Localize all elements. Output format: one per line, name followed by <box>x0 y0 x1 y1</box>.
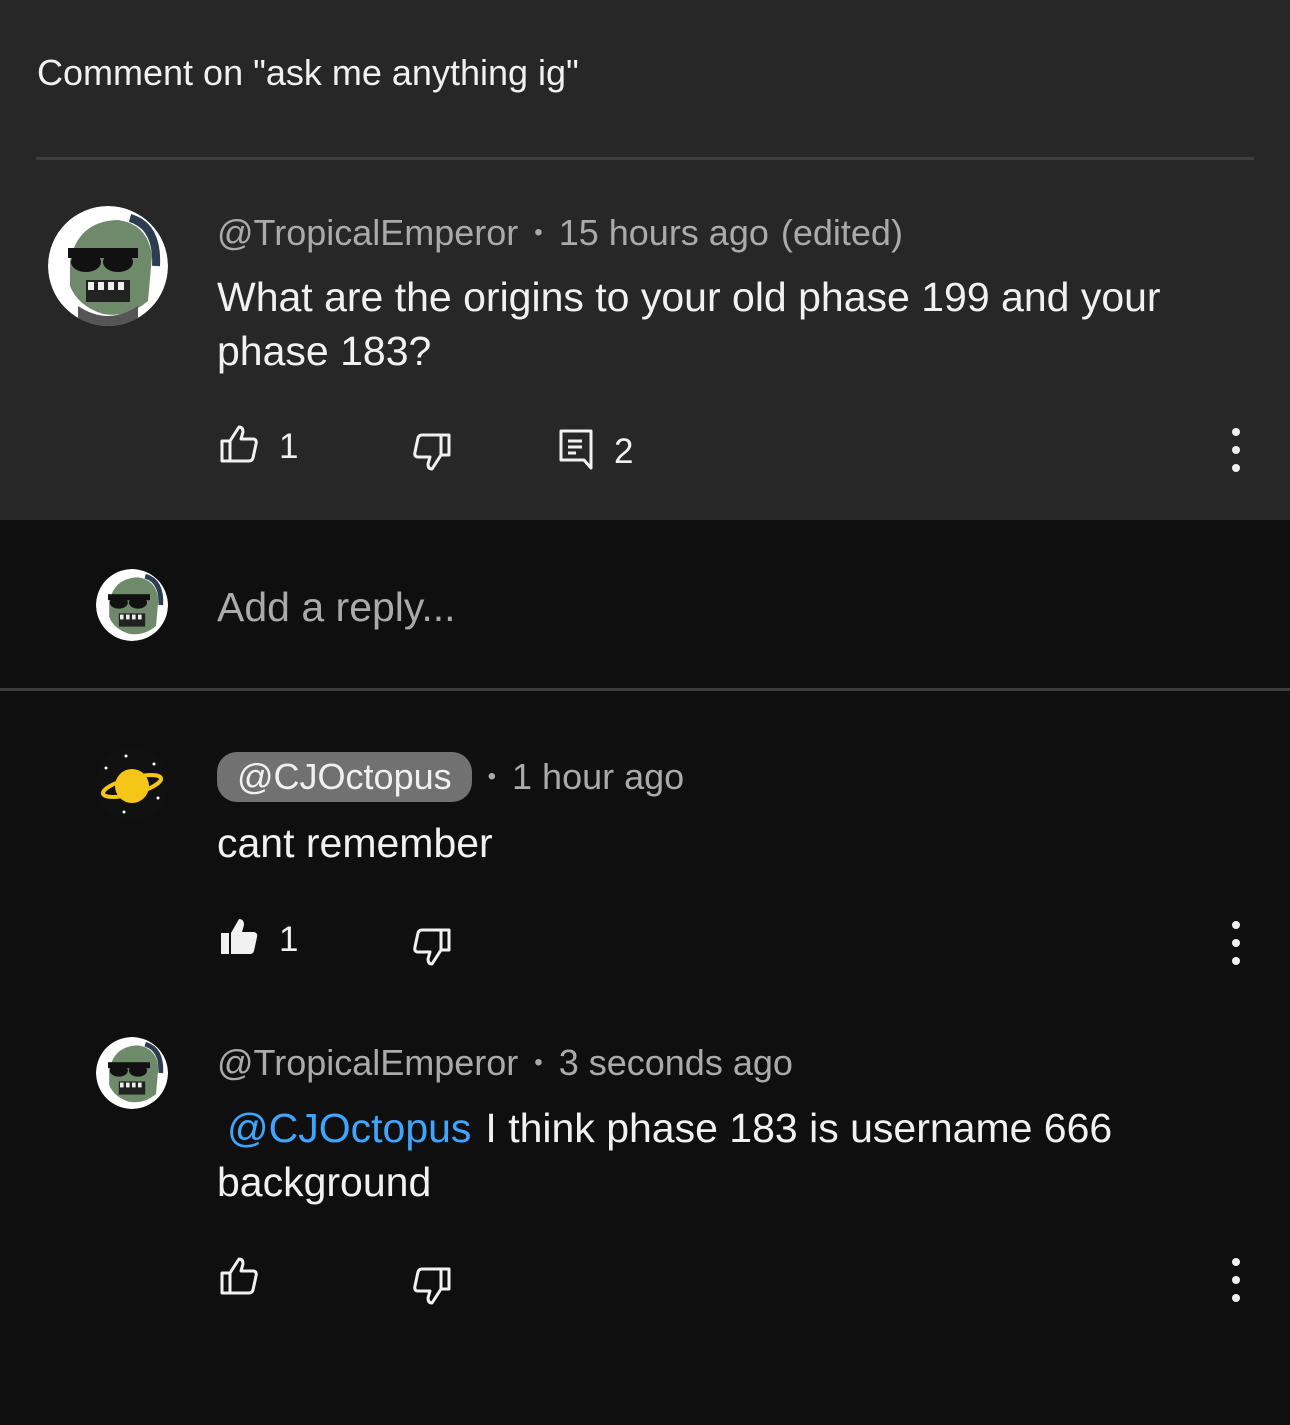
comment-actions: 1 2 <box>0 424 1290 474</box>
avatar <box>96 569 168 641</box>
dislike-button[interactable] <box>412 1266 452 1311</box>
avatar[interactable] <box>96 1037 168 1109</box>
more-vertical-icon[interactable] <box>1224 428 1248 472</box>
thumbs-down-icon <box>412 927 452 972</box>
reply-text: cant remember <box>217 820 493 866</box>
avatar[interactable] <box>48 206 168 326</box>
page-title: Comment on "ask me anything ig" <box>37 52 579 93</box>
separator-dot: • <box>534 1049 543 1076</box>
reply-time: 3 seconds ago <box>558 1042 793 1083</box>
reply-actions: 1 <box>0 917 1290 967</box>
reply-meta: @CJOctopus • 1 hour ago <box>217 752 684 802</box>
reply-divider <box>0 688 1290 691</box>
more-vertical-icon[interactable] <box>1224 1258 1248 1302</box>
like-button[interactable]: 1 <box>219 917 298 962</box>
header-divider <box>36 157 1254 160</box>
like-button[interactable] <box>219 1256 259 1301</box>
thumbs-up-filled-icon <box>219 917 259 962</box>
reply-count: 2 <box>614 431 634 471</box>
reply-text-block: @CJOctopus I think phase 183 is username … <box>217 1101 1227 1209</box>
dislike-button[interactable] <box>412 432 452 477</box>
comment-meta: @TropicalEmperor • 15 hours ago (edited) <box>217 212 903 254</box>
comment-panel: Comment on "ask me anything ig" @Tropica… <box>0 0 1290 520</box>
like-button[interactable]: 1 <box>219 424 298 469</box>
separator-dot: • <box>534 219 543 246</box>
edited-label: (edited) <box>780 212 903 253</box>
reply-author[interactable]: @TropicalEmperor <box>217 1042 518 1084</box>
like-count: 1 <box>279 426 299 466</box>
reply-time: 1 hour ago <box>512 756 685 797</box>
thumbs-down-icon <box>412 432 452 477</box>
thumbs-down-icon <box>412 1266 452 1311</box>
more-vertical-icon[interactable] <box>1224 921 1248 965</box>
separator-dot: • <box>487 763 497 790</box>
comment-icon <box>558 428 594 475</box>
comment-text: What are the origins to your old phase 1… <box>217 274 1161 374</box>
thumbs-up-icon <box>219 424 259 469</box>
thumbs-up-icon <box>219 1256 259 1301</box>
comment-author[interactable]: @TropicalEmperor <box>217 212 518 254</box>
dislike-button[interactable] <box>412 927 452 972</box>
replies-button[interactable]: 2 <box>558 428 633 475</box>
avatar[interactable] <box>96 748 168 820</box>
comment-time: 15 hours ago <box>558 212 769 253</box>
mention-link[interactable]: @CJOctopus <box>227 1105 471 1151</box>
like-count: 1 <box>279 919 299 959</box>
reply-meta: @TropicalEmperor • 3 seconds ago <box>217 1042 793 1084</box>
reply-actions <box>0 1256 1290 1306</box>
reply-author-chip[interactable]: @CJOctopus <box>217 752 472 802</box>
reply-input[interactable]: Add a reply... <box>217 584 456 631</box>
